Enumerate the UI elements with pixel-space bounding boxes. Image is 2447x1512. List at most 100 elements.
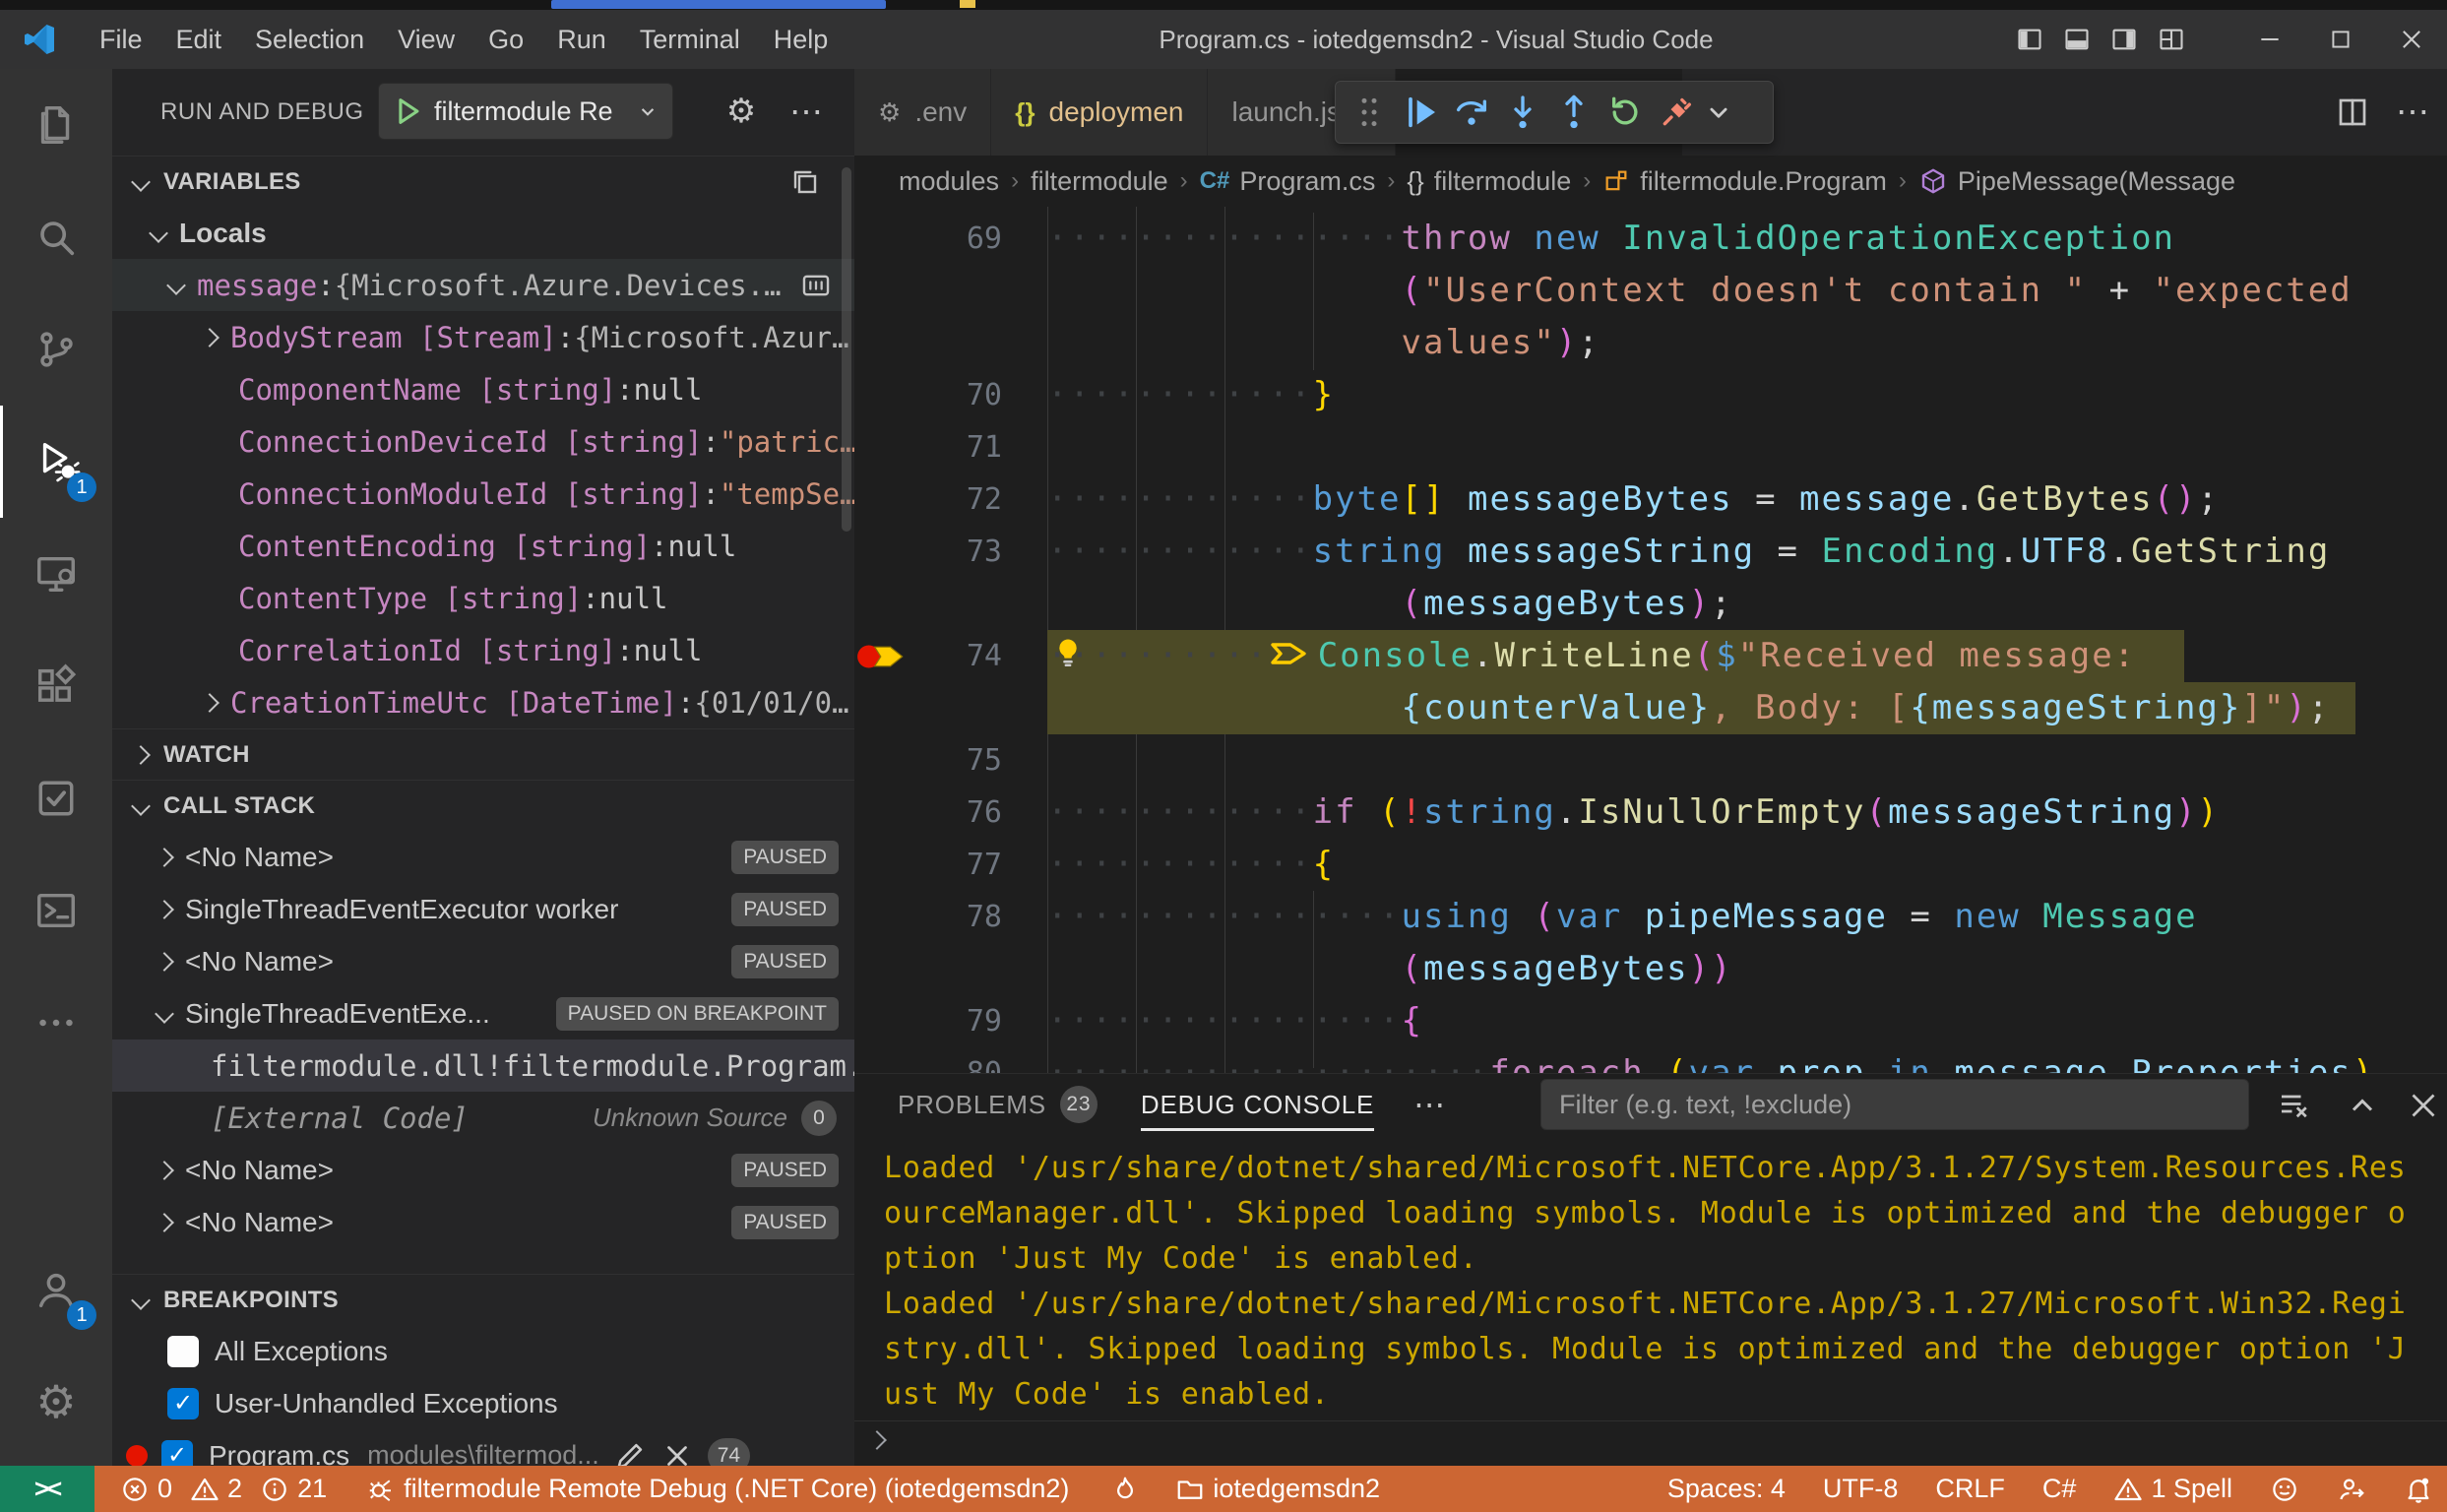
- gutter-margin[interactable]: [854, 682, 913, 734]
- thread-row[interactable]: SingleThreadEventExecutor workerPAUSED: [112, 883, 854, 935]
- gutter-margin[interactable]: [854, 943, 913, 995]
- gutter-margin[interactable]: [854, 995, 913, 1047]
- code-line[interactable]: 76············if (!string.IsNullOrEmpty(…: [854, 787, 2447, 839]
- gutter-margin[interactable]: [854, 891, 913, 943]
- editor-more-actions-icon[interactable]: ⋯: [2396, 93, 2429, 132]
- section-header-variables[interactable]: VARIABLES: [112, 156, 854, 207]
- variable-row[interactable]: ConnectionModuleId [string]: "tempSe…: [112, 468, 854, 520]
- gutter-margin[interactable]: [854, 421, 913, 473]
- activity-source-control-icon[interactable]: [0, 293, 112, 406]
- code-line[interactable]: 72············byte[] messageBytes = mess…: [854, 473, 2447, 526]
- gutter-margin[interactable]: [854, 1047, 913, 1073]
- breadcrumb-item[interactable]: filtermodule: [1031, 166, 1168, 197]
- gutter-margin[interactable]: [854, 473, 913, 526]
- remove-breakpoint-icon[interactable]: [660, 1439, 694, 1467]
- disconnect-button[interactable]: [1651, 87, 1702, 138]
- breakpoint-checkbox[interactable]: ✓: [161, 1440, 193, 1467]
- indentation-status[interactable]: Spaces: 4: [1667, 1474, 1786, 1504]
- step-out-button[interactable]: [1548, 87, 1600, 138]
- breadcrumb-item[interactable]: C#Program.cs: [1200, 166, 1376, 197]
- gutter-margin[interactable]: [854, 734, 913, 787]
- code-line[interactable]: 80····················foreach (var prop …: [854, 1047, 2447, 1073]
- breadcrumb-item[interactable]: PipeMessage(Message: [1918, 166, 2235, 197]
- section-header-watch[interactable]: WATCH: [112, 728, 854, 780]
- code-line[interactable]: 79················{: [854, 995, 2447, 1047]
- menu-file[interactable]: File: [83, 10, 159, 69]
- notifications-bell-icon[interactable]: [2404, 1475, 2433, 1504]
- section-header-call-stack[interactable]: CALL STACK: [112, 780, 854, 831]
- menu-help[interactable]: Help: [757, 10, 846, 69]
- close-panel-icon[interactable]: [2406, 1088, 2441, 1123]
- code-line[interactable]: 77············{: [854, 839, 2447, 891]
- activity-more-icon[interactable]: [0, 967, 112, 1079]
- sidebar-scrollbar[interactable]: [842, 167, 851, 532]
- breadcrumb-item[interactable]: modules: [899, 166, 999, 197]
- close-button[interactable]: [2376, 10, 2447, 69]
- thread-row[interactable]: <No Name>PAUSED: [112, 1196, 854, 1248]
- breakpoint-current-line-icon[interactable]: [854, 630, 913, 682]
- maximize-button[interactable]: [2305, 10, 2376, 69]
- encoding-status[interactable]: UTF-8: [1823, 1474, 1899, 1504]
- minimize-button[interactable]: [2234, 10, 2305, 69]
- activity-search-icon[interactable]: [0, 181, 112, 293]
- toggle-secondary-sidebar-icon[interactable]: [2101, 10, 2148, 69]
- activity-terminal-icon[interactable]: [0, 854, 112, 967]
- gutter-margin[interactable]: [854, 839, 913, 891]
- continue-button[interactable]: [1395, 87, 1446, 138]
- activity-settings-icon[interactable]: ⚙: [0, 1346, 112, 1458]
- remote-indicator[interactable]: ><: [0, 1466, 94, 1512]
- variables-scope-locals[interactable]: Locals: [112, 207, 854, 259]
- feedback-smiley-icon[interactable]: [2270, 1475, 2299, 1504]
- spell-status[interactable]: 1 Spell: [2113, 1474, 2232, 1504]
- thread-row[interactable]: <No Name>PAUSED: [112, 1144, 854, 1196]
- breakpoint-checkbox[interactable]: [167, 1336, 199, 1367]
- tab-debug-console[interactable]: DEBUG CONSOLE: [1141, 1074, 1374, 1135]
- sidebar-more-actions-icon[interactable]: ⋯: [789, 93, 827, 130]
- activity-explorer-icon[interactable]: [0, 69, 112, 181]
- maximize-panel-icon[interactable]: [2345, 1088, 2380, 1123]
- copy-value-icon[interactable]: [789, 166, 821, 198]
- activity-run-and-debug-icon[interactable]: 1: [0, 406, 112, 518]
- language-status[interactable]: C#: [2042, 1474, 2077, 1504]
- toggle-panel-icon[interactable]: [2053, 10, 2101, 69]
- variable-row[interactable]: ContentEncoding [string]: null: [112, 520, 854, 572]
- eol-status[interactable]: CRLF: [1935, 1474, 2005, 1504]
- toggle-primary-sidebar-icon[interactable]: [2006, 10, 2053, 69]
- menu-edit[interactable]: Edit: [159, 10, 239, 69]
- code-line[interactable]: 75: [854, 734, 2447, 787]
- menu-terminal[interactable]: Terminal: [623, 10, 757, 69]
- code-line[interactable]: (messageBytes);: [854, 578, 2447, 630]
- code-line[interactable]: 73············string messageString = Enc…: [854, 526, 2447, 578]
- tab-.env[interactable]: ⚙.env: [854, 69, 991, 156]
- debug-console-output[interactable]: Loaded '/usr/share/dotnet/shared/Microso…: [884, 1146, 2439, 1418]
- menu-selection[interactable]: Selection: [238, 10, 381, 69]
- activity-remote-explorer-icon[interactable]: [0, 518, 112, 630]
- gutter-margin[interactable]: [854, 526, 913, 578]
- workspace-folder[interactable]: iotedgemsdn2: [1175, 1474, 1380, 1504]
- activity-extensions-icon[interactable]: [0, 630, 112, 742]
- menu-go[interactable]: Go: [471, 10, 540, 69]
- code-line[interactable]: 71: [854, 421, 2447, 473]
- breakpoint-row[interactable]: All Exceptions: [112, 1325, 854, 1377]
- clear-console-icon[interactable]: [2276, 1088, 2311, 1123]
- edit-breakpoint-icon[interactable]: [613, 1439, 647, 1467]
- variable-row[interactable]: ConnectionDeviceId [string]: "patric…: [112, 415, 854, 468]
- customize-layout-icon[interactable]: [2148, 10, 2195, 69]
- start-debug-icon[interactable]: [391, 94, 424, 128]
- variable-row[interactable]: ContentType [string]: null: [112, 572, 854, 624]
- gutter-margin[interactable]: [854, 213, 913, 265]
- restart-button[interactable]: [1600, 87, 1651, 138]
- thread-row[interactable]: <No Name>PAUSED: [112, 935, 854, 987]
- debug-settings-gear-icon[interactable]: ⚙: [722, 93, 760, 130]
- gutter-margin[interactable]: [854, 317, 913, 369]
- debug-console-input[interactable]: [854, 1420, 2447, 1466]
- code-line[interactable]: values");: [854, 317, 2447, 369]
- tab-problems[interactable]: PROBLEMS 23: [898, 1074, 1098, 1135]
- code-editor[interactable]: 69················throw new InvalidOpera…: [854, 207, 2447, 1073]
- variable-row[interactable]: ComponentName [string]: null: [112, 363, 854, 415]
- chevron-down-button[interactable]: [1702, 87, 1735, 138]
- variable-row[interactable]: BodyStream [Stream]: {Microsoft.Azur…: [112, 311, 854, 363]
- variable-row[interactable]: CorrelationId [string]: null: [112, 624, 854, 676]
- split-editor-icon[interactable]: [2335, 94, 2370, 130]
- breakpoint-checkbox[interactable]: ✓: [167, 1388, 199, 1419]
